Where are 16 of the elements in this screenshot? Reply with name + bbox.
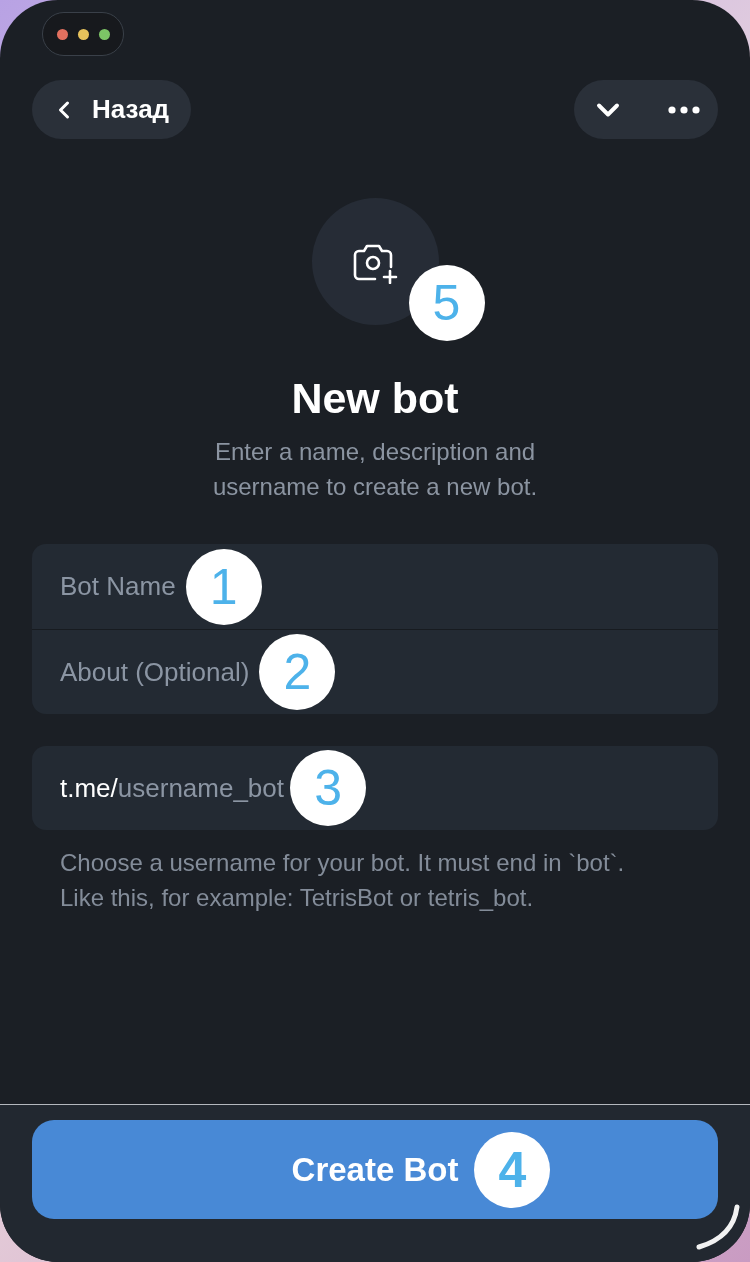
number-callout: 4 <box>474 1131 551 1208</box>
number-callout: 5 <box>408 265 485 341</box>
more-icon <box>668 105 700 114</box>
back-button[interactable]: Назад <box>32 80 192 139</box>
page-subtitle: Enter a name, description and username to create a new bot. <box>211 437 539 502</box>
create-bot-button[interactable]: Create Bot 4 <box>32 1120 718 1219</box>
username-hint: Choose a username for your bot. It must end in `bot`. Like this, for example: TetrisBot or tetris_bot. <box>60 848 626 913</box>
resize-handle-icon[interactable] <box>696 1204 740 1250</box>
username-input[interactable]: username_bot <box>117 768 285 808</box>
number-callout: 2 <box>259 634 336 710</box>
text-input[interactable]: About (Optional) <box>60 652 250 692</box>
number-callout: 1 <box>185 548 262 625</box>
number-callout: 3 <box>290 750 367 826</box>
text-input[interactable]: Bot Name <box>60 567 176 606</box>
page-title: New bot <box>291 373 459 424</box>
url-prefix: t.me/ <box>60 771 118 805</box>
